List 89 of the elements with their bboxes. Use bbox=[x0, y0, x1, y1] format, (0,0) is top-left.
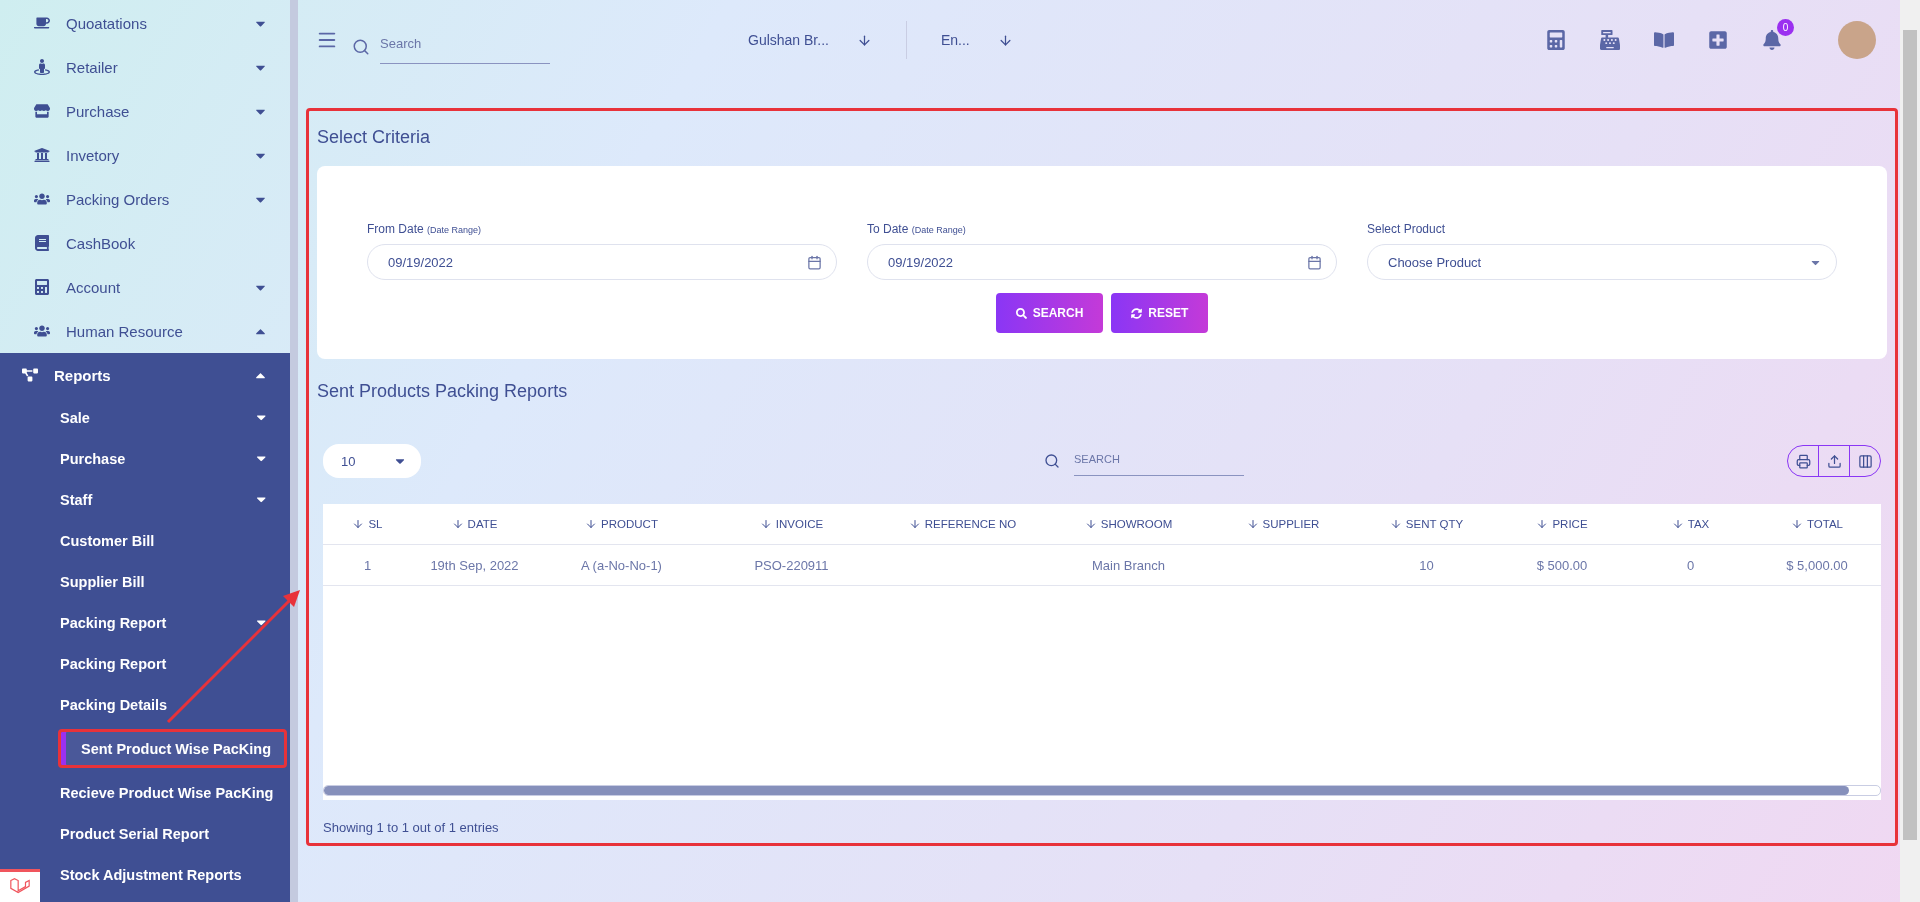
column-header[interactable]: SENT QTY bbox=[1357, 518, 1496, 530]
column-header[interactable]: PRICE bbox=[1496, 518, 1628, 530]
reset-button[interactable]: RESET bbox=[1111, 293, 1209, 333]
table-cell-text: $ 500.00 bbox=[1535, 557, 1589, 573]
branch-dropdown[interactable]: Gulshan Br... bbox=[728, 20, 892, 60]
menu-item-icon bbox=[34, 103, 50, 119]
sort-arrow-icon bbox=[1671, 518, 1684, 530]
column-header[interactable]: REFERENCE NO bbox=[877, 518, 1048, 530]
field-label: To Date (Date Range) bbox=[867, 222, 967, 236]
cash-register-icon[interactable] bbox=[1600, 30, 1620, 50]
submenu-item[interactable]: Packing Report bbox=[58, 643, 290, 684]
calendar-icon bbox=[807, 254, 822, 270]
column-header[interactable]: TOTAL bbox=[1753, 518, 1881, 530]
entries-info: Showing 1 to 1 out of 1 entries bbox=[322, 819, 500, 835]
plus-icon[interactable] bbox=[1708, 30, 1728, 50]
table-cell-text: 10 bbox=[1418, 557, 1435, 573]
section-title: Select Criteria bbox=[317, 127, 432, 148]
column-header[interactable]: INVOICE bbox=[706, 518, 877, 530]
submenu-item[interactable]: Packing Details bbox=[58, 684, 290, 725]
submenu-item[interactable]: Product Serial Report bbox=[58, 813, 290, 854]
submenu-item[interactable]: Sale bbox=[58, 397, 290, 438]
sort-arrow-icon bbox=[759, 518, 772, 530]
page-size-select[interactable]: 10 bbox=[323, 444, 421, 478]
column-header[interactable]: TAX bbox=[1628, 518, 1753, 530]
sidebar-item[interactable]: Account bbox=[0, 265, 290, 309]
table-cell-text: A (a-No-No-1) bbox=[580, 557, 663, 573]
column-header[interactable]: SL bbox=[323, 518, 412, 530]
table-cell-text: Main Branch bbox=[1091, 557, 1166, 573]
menu-item-icon bbox=[34, 279, 50, 295]
sidebar-item[interactable]: CashBook bbox=[0, 221, 290, 265]
submenu-item[interactable]: Stock Adjustment Reports bbox=[58, 854, 290, 895]
book-icon[interactable] bbox=[1654, 30, 1674, 50]
menu-item-icon bbox=[34, 191, 50, 207]
sort-arrow-icon bbox=[585, 518, 598, 530]
field-label: From Date (Date Range) bbox=[367, 222, 483, 236]
sort-arrow-icon bbox=[1084, 518, 1097, 530]
calculator-icon[interactable] bbox=[1546, 30, 1566, 50]
table-cell-text: $ 5,000.00 bbox=[1785, 557, 1849, 573]
sort-arrow-icon bbox=[1536, 518, 1549, 530]
search-icon bbox=[352, 38, 370, 56]
table-cell-text: 1 bbox=[362, 557, 373, 573]
submenu-item[interactable]: Recieve Product Wise PacKing bbox=[58, 772, 290, 813]
sidebar-item[interactable]: Purchase bbox=[0, 89, 290, 133]
language-dropdown[interactable]: En... bbox=[920, 20, 1033, 60]
notification-count: 0 bbox=[1777, 19, 1794, 36]
section-title: Sent Products Packing Reports bbox=[317, 381, 569, 402]
sort-arrow-icon bbox=[1791, 518, 1803, 530]
table-cell-text: 0 bbox=[1685, 557, 1696, 573]
sidebar-item[interactable]: Invetory bbox=[0, 133, 290, 177]
search-icon bbox=[1044, 453, 1060, 469]
column-header[interactable]: SHOWROOM bbox=[1048, 518, 1209, 530]
search-icon bbox=[1015, 307, 1027, 319]
arrow-down-icon bbox=[856, 32, 872, 48]
field-label: Select Product bbox=[1367, 222, 1447, 236]
notification-icon[interactable] bbox=[1762, 30, 1782, 50]
submenu-item[interactable]: Supplier Bill bbox=[58, 561, 290, 602]
refresh-icon bbox=[1131, 307, 1143, 319]
submenu-item[interactable]: Packing Report bbox=[58, 602, 290, 643]
calendar-icon bbox=[1307, 254, 1322, 270]
search-field[interactable]: Search bbox=[380, 30, 550, 64]
arrow-down-icon bbox=[997, 32, 1013, 48]
submenu-item[interactable]: Sent Product Wise PacKing bbox=[58, 729, 287, 768]
column-header[interactable]: DATE bbox=[412, 518, 537, 530]
submenu-item[interactable]: Customer Bill bbox=[58, 520, 290, 561]
sort-arrow-icon bbox=[908, 518, 921, 530]
table-cell-text: PSO-220911 bbox=[753, 557, 830, 573]
sort-arrow-icon bbox=[1246, 518, 1259, 530]
table-search-field[interactable]: SEARCH bbox=[1074, 446, 1244, 476]
menu-item-icon bbox=[34, 147, 50, 163]
sort-arrow-icon bbox=[352, 518, 365, 530]
sidebar-item[interactable]: Reports bbox=[0, 353, 290, 397]
sidebar-item[interactable]: Retailer bbox=[0, 45, 290, 89]
menu-item-icon bbox=[34, 235, 50, 251]
submenu-item[interactable]: Purchase bbox=[58, 438, 290, 479]
search-button[interactable]: SEARCH bbox=[995, 293, 1104, 333]
sort-arrow-icon bbox=[451, 518, 464, 530]
column-header[interactable]: SUPPLIER bbox=[1209, 518, 1357, 530]
sidebar-item[interactable]: Packing Orders bbox=[0, 177, 290, 221]
table-cell-text: 19th Sep, 2022 bbox=[429, 557, 520, 573]
column-header[interactable]: PRODUCT bbox=[537, 518, 706, 530]
sidebar-item[interactable]: Human Resource bbox=[0, 309, 290, 353]
diagram-icon bbox=[22, 367, 38, 383]
menu-item-icon bbox=[34, 15, 50, 31]
logo-icon[interactable] bbox=[0, 869, 40, 902]
menu-item-icon bbox=[34, 59, 50, 75]
submenu-item[interactable]: Staff bbox=[58, 479, 290, 520]
menu-item-icon bbox=[34, 323, 50, 339]
sort-arrow-icon bbox=[1389, 518, 1402, 530]
sidebar-item[interactable]: Quoatations bbox=[0, 1, 290, 45]
